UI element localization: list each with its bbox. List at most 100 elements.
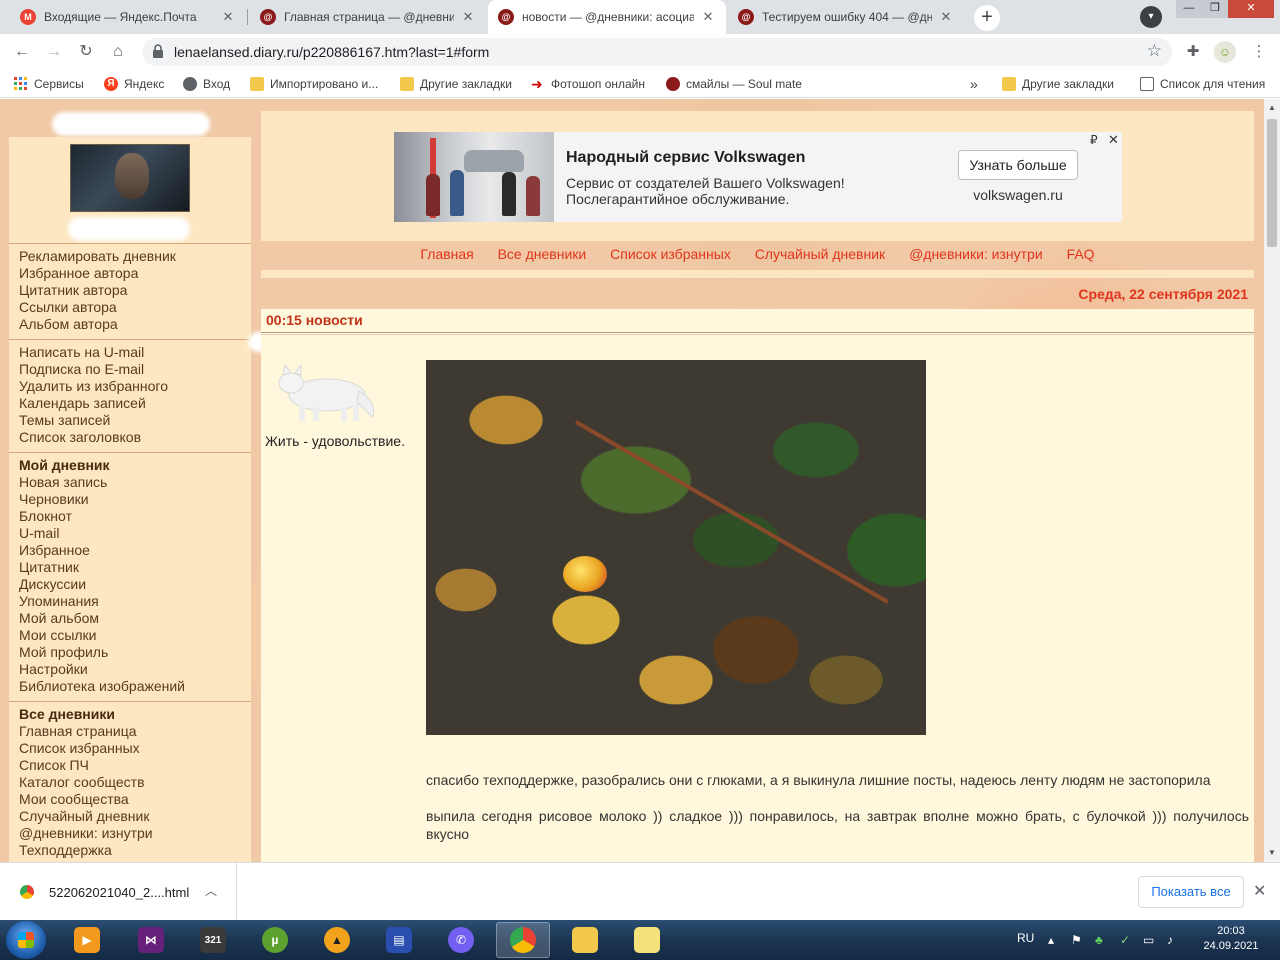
scroll-up-arrow-icon[interactable]: ▲ [1264,101,1280,115]
language-indicator[interactable]: RU [1017,920,1034,960]
clover-icon[interactable]: ♣ [1095,920,1103,960]
maximize-button[interactable]: ❐ [1202,0,1228,18]
nav-link-main[interactable]: Главная [420,246,473,262]
sidebar-link[interactable]: Каталог сообществ [19,774,153,791]
sidebar-link[interactable]: Темы записей [19,412,168,429]
sidebar-link[interactable]: Рекламировать дневник [19,248,176,265]
bookmark-login[interactable]: Вход [183,75,230,93]
chevron-up-icon[interactable]: ︿ [205,882,217,899]
sidebar-link[interactable]: Библиотека изображений [19,678,185,695]
sidebar-link[interactable]: Избранное автора [19,265,176,282]
sidebar-link[interactable]: Список заголовков [19,429,168,446]
scrollbar-thumb[interactable] [1267,119,1277,247]
home-icon[interactable]: ⌂ [106,40,130,64]
sidebar-link[interactable]: Мои сообщества [19,791,153,808]
bookmark-yandex[interactable]: Я Яндекс [104,75,164,93]
taskbar-media-player[interactable]: ▶ [60,922,114,958]
bookmark-photoshop[interactable]: ➜ Фотошоп онлайн [531,75,645,93]
extensions-puzzle-icon[interactable]: ✚ [1182,41,1204,63]
bookmark-other-right[interactable]: Другие закладки [1002,75,1114,93]
sidebar-link[interactable]: Мой альбом [19,610,185,627]
reload-icon[interactable]: ↻ [74,40,98,64]
sidebar-link[interactable]: Мой профиль [19,644,185,661]
tab-news[interactable]: @ новости — @дневники: асоциа ✕ [488,0,726,34]
ad-domain[interactable]: volkswagen.ru [958,187,1078,203]
sidebar-link[interactable]: Дискуссии [19,576,185,593]
ad-info-icon[interactable]: ₽ [1090,133,1098,147]
nav-link-favorites[interactable]: Список избранных [610,246,731,262]
tab-diary-main[interactable]: @ Главная страница — @дневник ✕ [250,0,486,34]
action-center-flag-icon[interactable]: ⚑ [1071,920,1082,960]
ad-close-icon[interactable]: ✕ [1108,132,1119,148]
bookmark-services[interactable]: Сервисы [14,75,84,93]
sidebar-link[interactable]: Ссылки автора [19,299,176,316]
tray-expand-icon[interactable]: ▴ [1048,920,1054,960]
taskbar-321-player[interactable]: 321 [186,922,240,958]
sidebar-heading[interactable]: Мой дневник [19,457,185,474]
network-icon[interactable]: ▭ [1143,920,1154,960]
menu-kebab-icon[interactable]: ⋮ [1248,41,1270,63]
sidebar-heading[interactable]: Все дневники [19,706,153,723]
close-tab-icon[interactable]: ✕ [938,9,954,25]
sidebar-link[interactable]: Мои ссылки [19,627,185,644]
sidebar-link[interactable]: Удалить из избранного [19,378,168,395]
sidebar-link[interactable]: Цитатник автора [19,282,176,299]
tab-search-icon[interactable]: ▾ [1140,6,1162,28]
reading-list[interactable]: Список для чтения [1140,75,1265,93]
sidebar-link[interactable]: Написать на U-mail [19,344,168,361]
taskbar-visual-studio[interactable]: ⋈ [124,922,178,958]
close-download-bar-icon[interactable]: ✕ [1253,881,1266,901]
bookmark-imported[interactable]: Импортировано и... [250,75,378,93]
ad-banner[interactable]: Народный сервис Volkswagen Сервис от соз… [394,132,1122,222]
sidebar-link[interactable]: Избранное [19,542,185,559]
sidebar-link[interactable]: Альбом автора [19,316,176,333]
back-arrow-icon[interactable]: ← [10,40,34,64]
sidebar-link[interactable]: Настройки [19,661,185,678]
sidebar-link[interactable]: Список ПЧ [19,757,153,774]
bookmark-star-icon[interactable]: ☆ [1147,41,1162,61]
sidebar-link[interactable]: Календарь записей [19,395,168,412]
sidebar-link[interactable]: U-mail [19,525,185,542]
system-clock[interactable]: 20:03 24.09.2021 [1196,924,1266,954]
nav-link-faq[interactable]: FAQ [1067,246,1095,262]
sidebar-link[interactable]: Цитатник [19,559,185,576]
close-tab-icon[interactable]: ✕ [700,9,716,25]
autumn-leaves-photo[interactable] [426,360,926,735]
sidebar-link[interactable]: Случайный дневник [19,808,153,825]
sidebar-link[interactable]: Техподдержка [19,842,153,859]
close-window-button[interactable]: ✕ [1228,0,1274,18]
address-bar[interactable]: lenaelansed.diary.ru/p220886167.htm?last… [142,38,1172,66]
taskbar-save-app[interactable]: ▤ [372,922,426,958]
nav-link-random[interactable]: Случайный дневник [755,246,885,262]
download-item[interactable]: 522062021040_2....html ︿ [0,863,237,921]
nav-link-inside[interactable]: @дневники: изнутри [909,246,1043,262]
volume-icon[interactable]: ♪ [1167,920,1173,960]
taskbar-sticky-notes[interactable] [620,922,674,958]
ad-learn-more-button[interactable]: Узнать больше [958,150,1078,180]
minimize-button[interactable]: — [1176,0,1202,18]
bookmark-smiles[interactable]: смайлы — Soul mate [666,75,802,93]
taskbar-viber[interactable]: ✆ [434,922,488,958]
sidebar-link[interactable]: Новая запись [19,474,185,491]
sidebar-link[interactable]: Черновики [19,491,185,508]
close-tab-icon[interactable]: ✕ [220,9,236,25]
taskbar-aimp[interactable]: ▲ [310,922,364,958]
page-scrollbar[interactable]: ▲ ▼ [1264,99,1280,862]
show-all-downloads-button[interactable]: Показать все [1138,876,1244,908]
tab-yandex-mail[interactable]: M Входящие — Яндекс.Почта ✕ [10,0,246,34]
start-button[interactable] [6,921,46,959]
sidebar-link[interactable]: Блокнот [19,508,185,525]
profile-avatar[interactable]: ☺ [1214,41,1236,63]
scroll-down-arrow-icon[interactable]: ▼ [1264,846,1280,860]
taskbar-utorrent[interactable]: µ [248,922,302,958]
sidebar-link[interactable]: Главная страница [19,723,153,740]
tray-check-icon[interactable]: ✓ [1120,920,1130,960]
sidebar-link[interactable]: Упоминания [19,593,185,610]
close-tab-icon[interactable]: ✕ [460,9,476,25]
nav-link-all-diaries[interactable]: Все дневники [498,246,587,262]
taskbar-explorer[interactable] [558,922,612,958]
bookmarks-overflow-button[interactable]: » [970,75,978,93]
taskbar-chrome[interactable] [496,922,550,958]
tab-test-404[interactable]: @ Тестируем ошибку 404 — @дне ✕ [728,0,964,34]
bookmark-other[interactable]: Другие закладки [400,75,512,93]
